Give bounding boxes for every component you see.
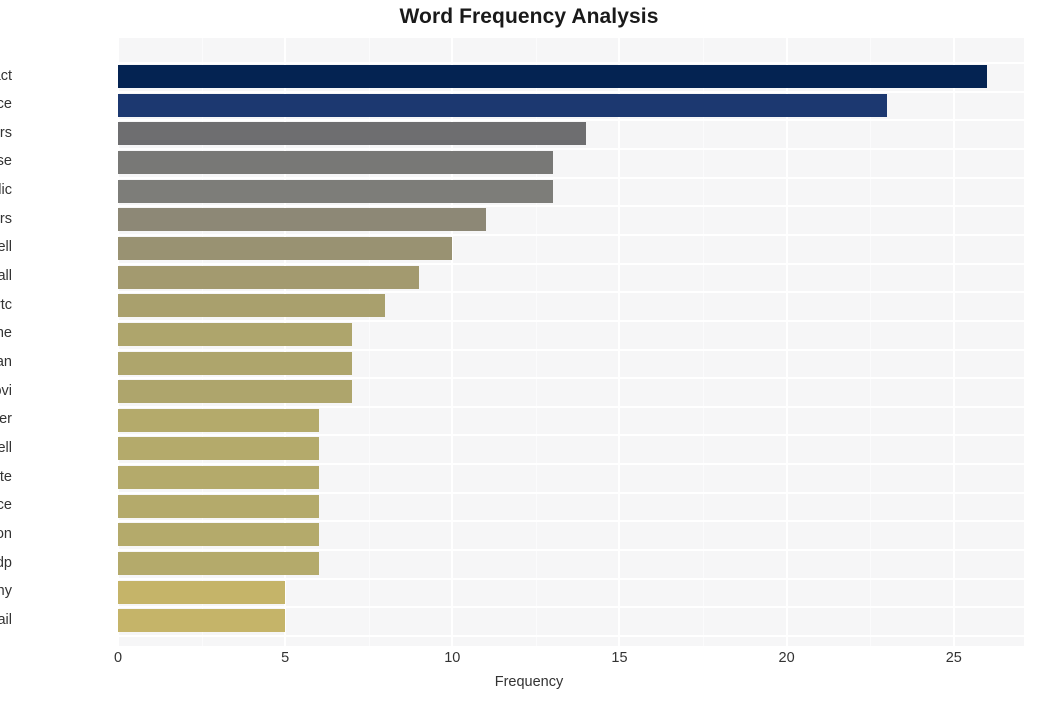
- y-tick-label-customers: customers: [0, 210, 12, 227]
- bar-contract[interactable]: [118, 65, 988, 88]
- y-tick-label-increase: increase: [0, 153, 12, 170]
- x-tick-label-20: 20: [778, 650, 795, 666]
- y-tick-label-investigate: investigate: [0, 468, 12, 485]
- gridline-horizontal: [118, 176, 1024, 179]
- gridline-horizontal: [118, 405, 1024, 408]
- y-tick-label-public: public: [0, 182, 12, 199]
- y-tick-label-spokesperson: spokesperson: [0, 525, 12, 542]
- bar-company[interactable]: [118, 580, 286, 604]
- gridline-horizontal: [118, 233, 1024, 236]
- y-tick-label-bell: bell: [0, 239, 12, 256]
- y-tick-label-crtc: crtc: [0, 296, 12, 313]
- bar-norman[interactable]: [118, 351, 353, 375]
- bar-service[interactable]: [118, 494, 319, 518]
- gridline-horizontal: [118, 377, 1024, 380]
- bar-row: [118, 609, 1024, 633]
- bar-call[interactable]: [118, 265, 419, 289]
- bar-rogers[interactable]: [118, 122, 587, 146]
- bar-row: [118, 494, 1024, 518]
- gridline-horizontal: [118, 348, 1024, 351]
- gridline-horizontal: [118, 262, 1024, 265]
- y-tick-label-call: call: [0, 268, 12, 285]
- x-tick-label-25: 25: [945, 650, 962, 666]
- gridline-horizontal: [118, 119, 1024, 122]
- bar-row: [118, 380, 1024, 404]
- bar-customer[interactable]: [118, 408, 319, 432]
- bar-row: [118, 122, 1024, 146]
- bar-row: [118, 65, 1024, 88]
- gridline-horizontal: [118, 520, 1024, 523]
- gridline-horizontal: [118, 62, 1024, 64]
- y-tick-label-phone: phone: [0, 325, 12, 342]
- bar-spokesperson[interactable]: [118, 523, 319, 547]
- bar-row: [118, 265, 1024, 289]
- chart-title: Word Frequency Analysis: [399, 5, 659, 28]
- gridline-horizontal: [118, 577, 1024, 580]
- bar-public[interactable]: [118, 179, 553, 203]
- bar-row: [118, 552, 1024, 576]
- gridline-horizontal: [118, 549, 1024, 552]
- x-axis-label: Frequency: [494, 674, 564, 690]
- bar-row: [118, 466, 1024, 490]
- gridline-horizontal: [118, 291, 1024, 294]
- bar-row: [118, 523, 1024, 547]
- y-tick-label-rogers: rogers: [0, 124, 12, 141]
- gridline-horizontal: [118, 90, 1024, 93]
- bar-phone[interactable]: [118, 322, 353, 346]
- x-tick-label-0: 0: [113, 650, 123, 666]
- y-tick-label-company: company: [0, 583, 12, 600]
- bar-row: [118, 294, 1024, 318]
- y-tick-label-ndp: ndp: [0, 554, 12, 571]
- gridline-horizontal: [118, 463, 1024, 466]
- bar-row: [118, 322, 1024, 346]
- bar-bell[interactable]: [118, 236, 453, 260]
- bar-increase[interactable]: [118, 150, 553, 174]
- y-tick-label-price: price: [0, 96, 12, 113]
- y-tick-label-contract: contract: [0, 67, 12, 84]
- bar-row: [118, 93, 1024, 117]
- y-tick-label-customer: customer: [0, 411, 12, 428]
- bar-pavlovi[interactable]: [118, 380, 353, 404]
- bar-row: [118, 150, 1024, 174]
- x-tick-label-5: 5: [281, 650, 290, 666]
- bar-row: [118, 208, 1024, 232]
- bar-customers[interactable]: [118, 208, 486, 232]
- gridline-horizontal: [118, 147, 1024, 150]
- bar-row: [118, 408, 1024, 432]
- bar-crtc[interactable]: [118, 294, 386, 318]
- gridline-horizontal: [118, 319, 1024, 322]
- bar-row: [118, 179, 1024, 203]
- bar-row: [118, 236, 1024, 260]
- bar-row: [118, 437, 1024, 461]
- gridline-horizontal: [118, 434, 1024, 437]
- bar-price[interactable]: [118, 93, 887, 117]
- bar-investigate[interactable]: [118, 466, 319, 490]
- gridline-horizontal: [118, 205, 1024, 208]
- plot-area: [117, 38, 1024, 646]
- y-tick-label-email: email: [0, 611, 12, 628]
- bar-tell[interactable]: [118, 437, 319, 461]
- y-tick-label-tell: tell: [0, 439, 12, 456]
- bar-row: [118, 580, 1024, 604]
- gridline-horizontal: [118, 635, 1024, 637]
- y-tick-label-pavlovi: pavlovi: [0, 382, 12, 399]
- gridline-horizontal: [118, 606, 1024, 609]
- chart-figure: Word Frequency Analysis Frequency contra…: [0, 0, 1058, 701]
- x-tick-label-10: 10: [444, 650, 461, 666]
- x-tick-label-15: 15: [611, 650, 628, 666]
- bar-row: [118, 351, 1024, 375]
- bar-ndp[interactable]: [118, 552, 319, 576]
- y-tick-label-norman: norman: [0, 354, 12, 370]
- y-tick-label-service: service: [0, 497, 12, 514]
- gridline-horizontal: [118, 491, 1024, 494]
- bar-email[interactable]: [118, 609, 286, 633]
